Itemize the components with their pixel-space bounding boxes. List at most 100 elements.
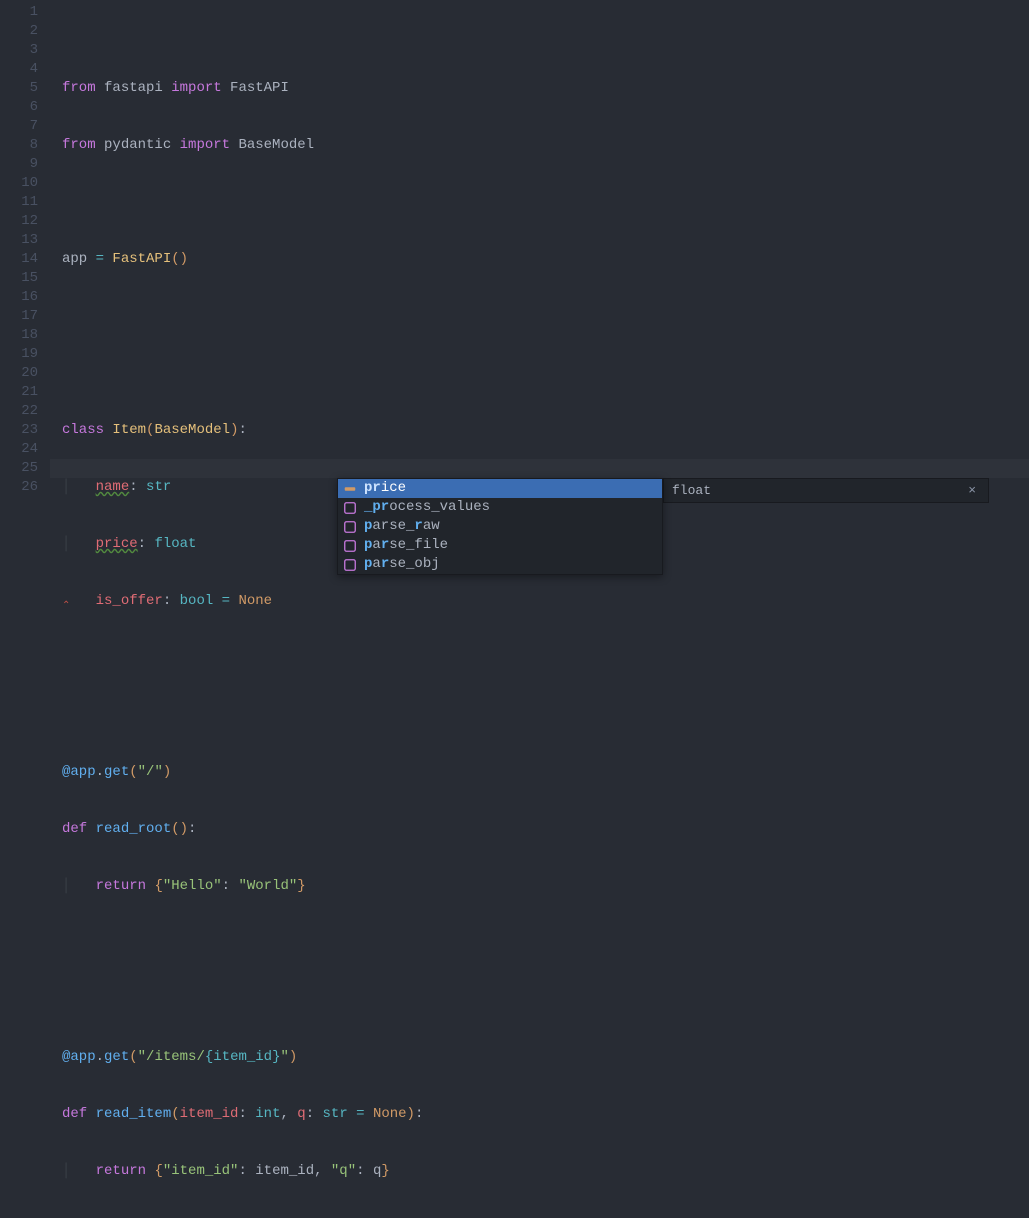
paren: ( <box>129 764 137 780</box>
current-line-highlight <box>50 459 1029 478</box>
type-annotation: str <box>323 1106 357 1122</box>
brace: } <box>297 878 305 894</box>
line-number: 1 <box>0 3 38 22</box>
string: " <box>280 1049 288 1065</box>
method-icon <box>342 557 358 573</box>
line-number: 6 <box>0 98 38 117</box>
line-number: 17 <box>0 307 38 326</box>
function-name: read_item <box>96 1106 172 1122</box>
method-icon <box>342 500 358 516</box>
line-number: 7 <box>0 117 38 136</box>
colon: : <box>188 821 196 837</box>
field-icon <box>342 481 358 497</box>
type-annotation: str <box>146 479 171 495</box>
autocomplete-label: _process_values <box>364 498 490 517</box>
method-icon <box>342 519 358 535</box>
kw-return: return <box>96 1163 155 1179</box>
function-name: read_root <box>96 821 172 837</box>
autocomplete-label: price <box>364 479 406 498</box>
string: "item_id" <box>163 1163 239 1179</box>
line-number-gutter: 1234567891011121314151617181920212223242… <box>0 0 50 609</box>
autocomplete-item[interactable]: _process_values <box>338 498 662 517</box>
comma: , <box>314 1163 331 1179</box>
class-ref: FastAPI <box>112 251 171 267</box>
method-icon <box>342 538 358 554</box>
paren: ) <box>163 764 171 780</box>
variable: app <box>62 251 96 267</box>
module-name: pydantic <box>104 137 180 153</box>
brace: } <box>381 1163 389 1179</box>
paren: ( <box>129 1049 137 1065</box>
kw-from: from <box>62 137 104 153</box>
string-interp: {item_id} <box>205 1049 281 1065</box>
module-name: fastapi <box>104 80 171 96</box>
kw-return: return <box>96 878 155 894</box>
paren: ( <box>171 821 179 837</box>
line-number: 16 <box>0 288 38 307</box>
colon: : <box>222 878 239 894</box>
symbol: BaseModel <box>238 137 314 153</box>
line-number: 9 <box>0 155 38 174</box>
colon: : <box>238 1163 255 1179</box>
method: get <box>104 764 129 780</box>
param: q <box>297 1106 305 1122</box>
operator: = <box>96 251 113 267</box>
kw-from: from <box>62 80 104 96</box>
type-hint-text: float <box>672 481 711 500</box>
line-number: 19 <box>0 345 38 364</box>
kw-import: import <box>171 80 230 96</box>
comma: , <box>280 1106 297 1122</box>
colon: : <box>306 1106 323 1122</box>
line-number: 10 <box>0 174 38 193</box>
colon: : <box>238 1106 255 1122</box>
autocomplete-label: parse_obj <box>364 555 440 574</box>
autocomplete-item[interactable]: parse_raw <box>338 517 662 536</box>
autocomplete-item[interactable]: price <box>338 479 662 498</box>
autocomplete-item[interactable]: parse_file <box>338 536 662 555</box>
string: "Hello" <box>163 878 222 894</box>
field-name: price <box>96 536 138 552</box>
class-name: Item <box>112 422 146 438</box>
brace: { <box>154 878 162 894</box>
line-number: 8 <box>0 136 38 155</box>
paren: ) <box>180 821 188 837</box>
brace: { <box>154 1163 162 1179</box>
string: "/" <box>138 764 163 780</box>
kw-class: class <box>62 422 112 438</box>
colon: : <box>415 1106 423 1122</box>
field-name: is_offer <box>96 593 163 609</box>
class-base: BaseModel <box>154 422 230 438</box>
line-number: 26 <box>0 478 38 497</box>
line-number: 20 <box>0 364 38 383</box>
colon: : <box>129 479 146 495</box>
autocomplete-popup[interactable]: price_process_valuesparse_rawparse_filep… <box>337 478 663 575</box>
type-annotation: int <box>255 1106 280 1122</box>
none-literal: None <box>373 1106 407 1122</box>
method: get <box>104 1049 129 1065</box>
operator: = <box>222 593 239 609</box>
close-icon[interactable]: × <box>964 481 980 500</box>
string: "World" <box>238 878 297 894</box>
line-number: 3 <box>0 41 38 60</box>
line-number: 15 <box>0 269 38 288</box>
line-number: 11 <box>0 193 38 212</box>
colon: : <box>238 422 246 438</box>
line-number: 2 <box>0 22 38 41</box>
line-number: 4 <box>0 60 38 79</box>
paren: ) <box>180 251 188 267</box>
autocomplete-label: parse_raw <box>364 517 440 536</box>
lint-marker: ⌃ <box>62 601 70 612</box>
autocomplete-label: parse_file <box>364 536 448 555</box>
operator: = <box>356 1106 373 1122</box>
autocomplete-item[interactable]: parse_obj <box>338 555 662 574</box>
variable: item_id <box>255 1163 314 1179</box>
line-number: 21 <box>0 383 38 402</box>
colon: : <box>138 536 155 552</box>
variable: q <box>373 1163 381 1179</box>
param: item_id <box>180 1106 239 1122</box>
line-number: 5 <box>0 79 38 98</box>
decorator: @app <box>62 764 96 780</box>
paren: ( <box>171 1106 179 1122</box>
kw-def: def <box>62 821 96 837</box>
line-number: 13 <box>0 231 38 250</box>
